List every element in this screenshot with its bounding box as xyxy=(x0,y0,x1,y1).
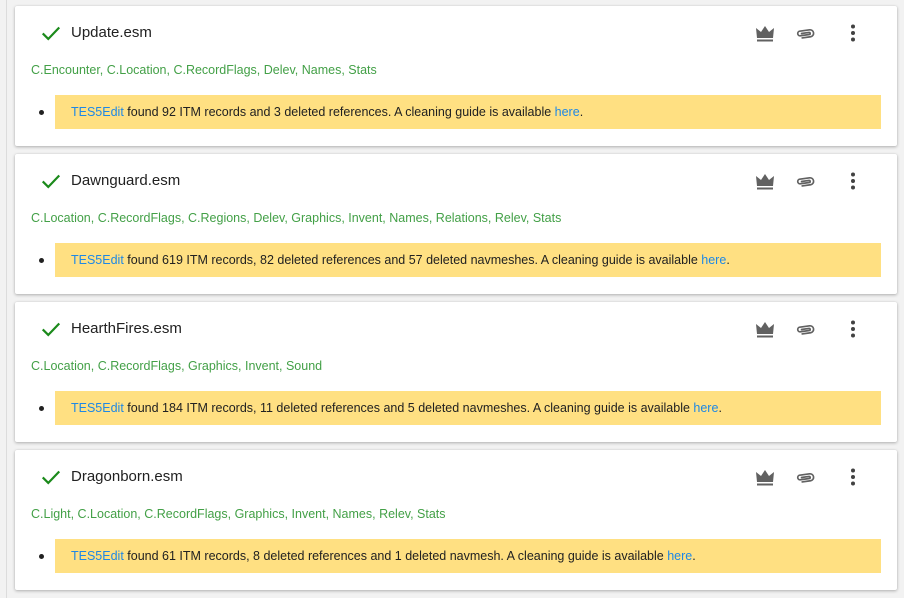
warning-message: TES5Edit found 184 ITM records, 11 delet… xyxy=(55,391,881,425)
message-end: . xyxy=(692,549,696,563)
tool-link[interactable]: TES5Edit xyxy=(71,105,124,119)
cleaning-guide-link[interactable]: here xyxy=(693,401,718,415)
list-bullet xyxy=(39,258,44,263)
crown-icon[interactable] xyxy=(753,465,777,489)
cleaning-guide-link[interactable]: here xyxy=(667,549,692,563)
tool-link[interactable]: TES5Edit xyxy=(71,401,124,415)
paperclip-icon[interactable] xyxy=(793,169,817,193)
more-vert-icon[interactable] xyxy=(841,169,865,193)
list-bullet xyxy=(39,406,44,411)
more-vert-icon[interactable] xyxy=(841,21,865,45)
plugin-card: HearthFires.esm C.Location, C.RecordFlag… xyxy=(15,302,897,442)
message-text: found 61 ITM records, 8 deleted referenc… xyxy=(123,549,668,563)
tool-link[interactable]: TES5Edit xyxy=(71,253,124,267)
message-text: found 184 ITM records, 11 deleted refere… xyxy=(123,401,694,415)
plugin-name: HearthFires.esm xyxy=(71,320,182,337)
warning-message: TES5Edit found 619 ITM records, 82 delet… xyxy=(55,243,881,277)
left-divider xyxy=(6,0,7,598)
list-bullet xyxy=(39,110,44,115)
cleaning-guide-link[interactable]: here xyxy=(701,253,726,267)
bash-tags: C.Light, C.Location, C.RecordFlags, Grap… xyxy=(31,507,446,521)
crown-icon[interactable] xyxy=(753,317,777,341)
list-bullet xyxy=(39,554,44,559)
plugin-name: Dawnguard.esm xyxy=(71,172,181,189)
warning-message: TES5Edit found 61 ITM records, 8 deleted… xyxy=(55,539,881,573)
paperclip-icon[interactable] xyxy=(793,465,817,489)
plugin-card: Dragonborn.esm C.Light, C.Location, C.Re… xyxy=(15,450,897,590)
message-text: found 619 ITM records, 82 deleted refere… xyxy=(123,253,702,267)
bash-tags: C.Location, C.RecordFlags, C.Regions, De… xyxy=(31,211,562,225)
crown-icon[interactable] xyxy=(753,169,777,193)
message-text: found 92 ITM records and 3 deleted refer… xyxy=(123,105,555,119)
paperclip-icon[interactable] xyxy=(793,21,817,45)
plugin-card: Update.esm C.Encounter, C.Location, C.Re… xyxy=(15,6,897,146)
bash-tags: C.Location, C.RecordFlags, Graphics, Inv… xyxy=(31,359,323,373)
plugin-name: Update.esm xyxy=(71,24,152,41)
more-vert-icon[interactable] xyxy=(841,317,865,341)
message-end: . xyxy=(718,401,722,415)
plugin-name: Dragonborn.esm xyxy=(71,468,183,485)
bash-tags: C.Encounter, C.Location, C.RecordFlags, … xyxy=(31,63,377,77)
warning-message: TES5Edit found 92 ITM records and 3 dele… xyxy=(55,95,881,129)
check-icon xyxy=(41,470,61,485)
plugin-card: Dawnguard.esm C.Location, C.RecordFlags,… xyxy=(15,154,897,294)
paperclip-icon[interactable] xyxy=(793,317,817,341)
crown-icon[interactable] xyxy=(753,21,777,45)
more-vert-icon[interactable] xyxy=(841,465,865,489)
check-icon xyxy=(41,174,61,189)
message-end: . xyxy=(579,105,584,119)
message-end: . xyxy=(726,253,730,267)
cleaning-guide-link[interactable]: here xyxy=(555,105,580,119)
check-icon xyxy=(41,26,61,41)
tool-link[interactable]: TES5Edit xyxy=(71,549,124,563)
check-icon xyxy=(41,322,61,337)
